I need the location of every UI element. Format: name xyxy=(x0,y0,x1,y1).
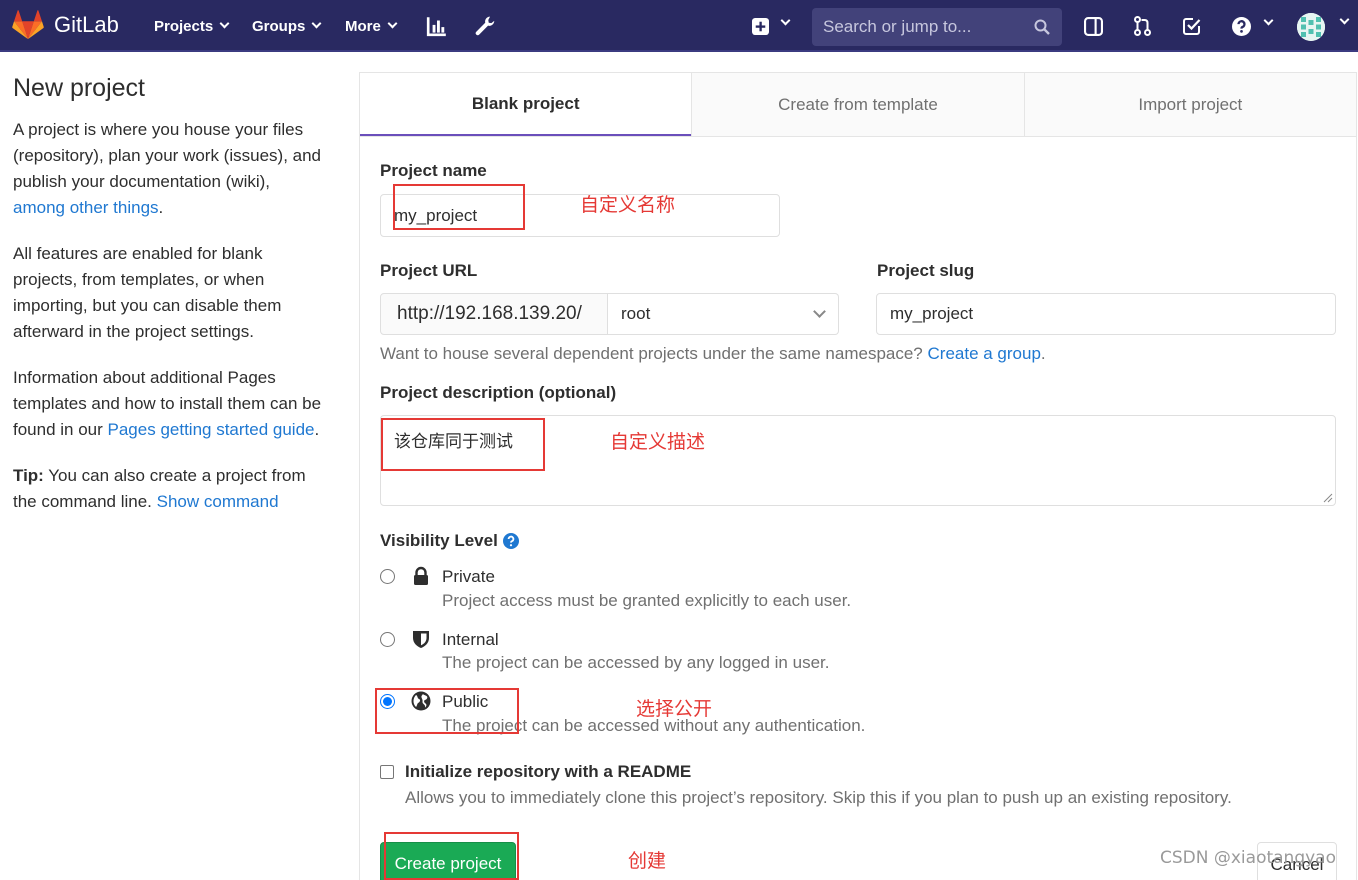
namespace-value: root xyxy=(621,304,651,323)
intro-text: A project is where you house your files … xyxy=(13,120,322,191)
tab-create-from-template[interactable]: Create from template xyxy=(691,73,1024,136)
annotation-box-name xyxy=(393,184,525,230)
nav-projects-dropdown[interactable]: Projects xyxy=(154,0,230,52)
among-other-things-link[interactable]: among other things xyxy=(13,198,159,217)
chevron-down-icon xyxy=(813,305,826,318)
project-name-label: Project name xyxy=(380,161,487,180)
identicon-icon xyxy=(1297,13,1325,41)
csdn-watermark: CSDN @xiaotangyao xyxy=(1160,848,1337,868)
private-radio[interactable] xyxy=(380,569,395,584)
pages-getting-started-link[interactable]: Pages getting started guide xyxy=(108,420,315,439)
visibility-level-label: Visibility Level xyxy=(380,531,519,551)
new-item-dropdown[interactable] xyxy=(752,15,792,37)
tab-blank-project[interactable]: Blank project xyxy=(360,73,692,136)
chevron-down-icon xyxy=(780,15,791,26)
nav-more-dropdown[interactable]: More xyxy=(345,0,398,52)
project-url-prefix: http://192.168.139.20/ xyxy=(380,293,608,335)
help-icon xyxy=(1232,17,1251,36)
visibility-label-text: Visibility Level xyxy=(380,531,498,550)
project-slug-label: Project slug xyxy=(877,261,975,280)
namespace-select[interactable]: root xyxy=(608,293,839,335)
annotation-create-note: 创建 xyxy=(628,850,667,872)
namespace-help-text: Want to house several dependent projects… xyxy=(380,344,1046,364)
private-description: Project access must be granted explicitl… xyxy=(442,591,852,610)
chevron-down-icon[interactable] xyxy=(1339,14,1350,25)
nav-groups-label: Groups xyxy=(252,17,306,35)
readme-description: Allows you to immediately clone this pro… xyxy=(405,788,1232,807)
readme-checkbox[interactable] xyxy=(380,765,394,779)
search-input[interactable] xyxy=(812,8,1022,46)
annotation-box-description xyxy=(381,418,545,471)
intro-end: . xyxy=(158,198,164,217)
search-box[interactable] xyxy=(812,8,1062,46)
internal-title: Internal xyxy=(442,630,499,649)
project-creation-tabs: Blank project Create from template Impor… xyxy=(359,72,1357,137)
lock-icon xyxy=(414,566,428,585)
brand-name: GitLab xyxy=(54,12,119,37)
show-command-link[interactable]: Show command xyxy=(157,492,279,511)
wrench-icon[interactable] xyxy=(473,15,495,37)
new-project-intro: New project A project is where you house… xyxy=(13,74,323,535)
chart-icon[interactable] xyxy=(426,15,448,37)
nav-groups-dropdown[interactable]: Groups xyxy=(252,0,322,52)
page-title: New project xyxy=(13,74,145,102)
annotation-box-public xyxy=(375,688,519,734)
annotation-box-create xyxy=(384,832,519,880)
annotation-name-note: 自定义名称 xyxy=(580,194,676,216)
project-slug-input[interactable]: my_project xyxy=(876,293,1336,335)
nav-projects-label: Projects xyxy=(154,17,214,35)
help-dropdown[interactable] xyxy=(1232,15,1274,37)
search-icon xyxy=(1034,19,1050,35)
private-title: Private xyxy=(442,567,495,586)
internal-radio[interactable] xyxy=(380,632,395,647)
pages-end: . xyxy=(314,420,320,439)
project-url-label: Project URL xyxy=(380,261,478,280)
namespace-help-end: . xyxy=(1040,344,1046,363)
chevron-down-icon xyxy=(1263,15,1274,26)
chevron-down-icon xyxy=(219,18,230,29)
nav-more-label: More xyxy=(345,17,381,35)
gitlab-logo-icon xyxy=(12,10,44,40)
features-paragraph: All features are enabled for blank proje… xyxy=(13,244,282,341)
annotation-public-note: 选择公开 xyxy=(636,698,713,720)
resize-handle-icon[interactable] xyxy=(1323,493,1333,503)
annotation-desc-note: 自定义描述 xyxy=(610,431,706,453)
question-circle-icon[interactable] xyxy=(502,533,519,549)
plus-square-icon xyxy=(752,18,769,35)
todo-check-icon[interactable] xyxy=(1183,17,1201,35)
top-navbar: GitLab Projects Groups More xyxy=(0,0,1358,52)
user-avatar[interactable] xyxy=(1297,13,1325,41)
create-group-link[interactable]: Create a group xyxy=(928,344,1041,363)
shield-icon xyxy=(413,631,429,648)
internal-description: The project can be accessed by any logge… xyxy=(442,653,830,672)
tip-paragraph: Tip: You can also create a project from … xyxy=(13,463,323,515)
chevron-down-icon xyxy=(311,18,322,29)
sidebar-icon[interactable] xyxy=(1084,17,1103,36)
tab-import-project[interactable]: Import project xyxy=(1023,73,1356,136)
pages-paragraph: Information about additional Pages templ… xyxy=(13,365,323,443)
namespace-help: Want to house several dependent projects… xyxy=(380,344,928,363)
project-description-label: Project description (optional) xyxy=(380,383,617,402)
gitlab-home-link[interactable]: GitLab xyxy=(12,10,119,40)
chevron-down-icon xyxy=(387,18,398,29)
merge-request-icon[interactable] xyxy=(1133,16,1152,36)
readme-label: Initialize repository with a README xyxy=(405,762,692,781)
tip-label: Tip: xyxy=(13,466,44,485)
intro-paragraph: A project is where you house your files … xyxy=(13,117,323,221)
